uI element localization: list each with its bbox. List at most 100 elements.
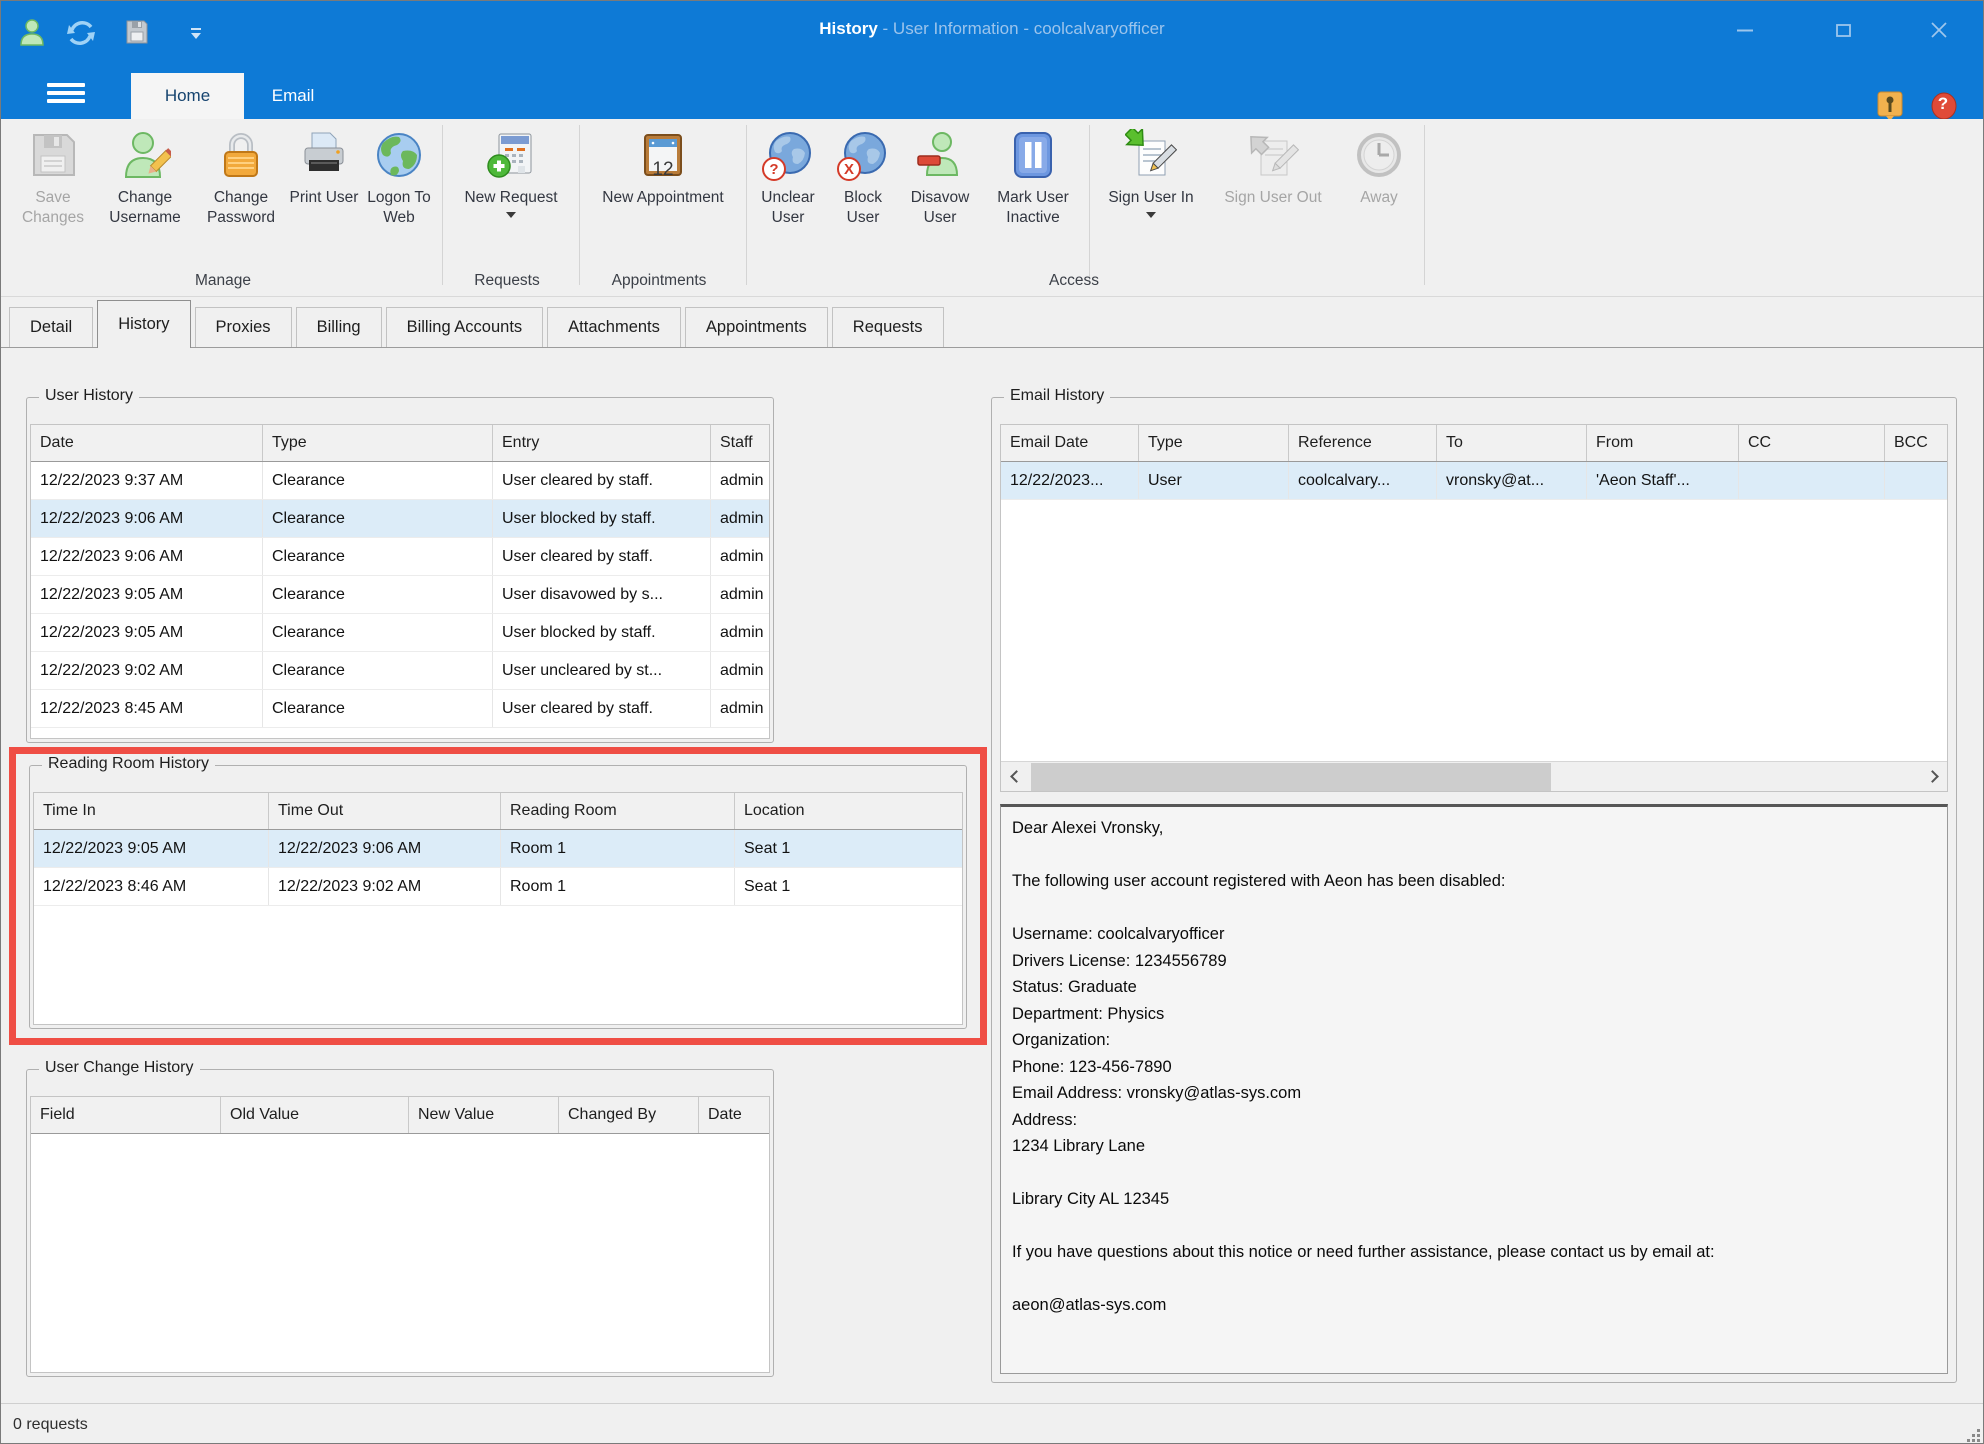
sign-user-in-button[interactable]: Sign User In	[1093, 119, 1209, 269]
ribbon-tab-email[interactable]: Email	[248, 73, 338, 119]
email-horizontal-scrollbar	[1001, 761, 1947, 791]
column-header[interactable]: Date	[699, 1097, 769, 1133]
table-row[interactable]: 12/22/2023 8:46 AM 12/22/2023 9:02 AM Ro…	[34, 868, 962, 906]
ribbon: Save Changes Change Username Change Pass…	[1, 119, 1983, 297]
sign-user-in-dropdown-icon[interactable]	[1146, 212, 1156, 218]
change-username-button[interactable]: Change Username	[97, 119, 193, 269]
email-body-preview: Dear Alexei Vronsky, The following user …	[1000, 804, 1948, 1374]
column-header[interactable]: Old Value	[221, 1097, 409, 1133]
column-header[interactable]: BCC	[1885, 425, 1947, 461]
cell-date: 12/22/2023 9:06 AM	[31, 538, 263, 575]
table-row[interactable]: 12/22/2023 9:37 AM Clearance User cleare…	[31, 462, 769, 500]
column-header[interactable]: CC	[1739, 425, 1885, 461]
unclear-user-badge: ?	[762, 157, 786, 181]
tab-attachments[interactable]: Attachments	[547, 307, 681, 347]
new-request-icon	[485, 129, 537, 181]
mark-user-inactive-button[interactable]: Mark User Inactive	[980, 119, 1086, 269]
cell-type: Clearance	[263, 538, 493, 575]
tab-billing-accounts-label: Billing Accounts	[407, 318, 523, 337]
table-row-selected[interactable]: 12/22/2023 9:05 AM 12/22/2023 9:06 AM Ro…	[34, 830, 962, 868]
cell-reading-room: Room 1	[501, 830, 735, 867]
column-header[interactable]: New Value	[409, 1097, 559, 1133]
cell-reference: coolcalvary...	[1289, 462, 1437, 499]
ribbon-separator	[1424, 125, 1425, 285]
block-user-label: Block User	[826, 188, 900, 228]
cell-staff: admin	[711, 690, 769, 727]
maximize-button[interactable]	[1797, 1, 1889, 59]
cell-email-date: 12/22/2023...	[1001, 462, 1139, 499]
help-icon-glyph: ?	[1929, 94, 1957, 114]
ribbon-menu-button[interactable]	[47, 83, 85, 107]
column-header[interactable]: Date	[31, 425, 263, 461]
tab-billing-accounts[interactable]: Billing Accounts	[386, 307, 544, 347]
pin-panel-icon[interactable]	[1875, 91, 1905, 121]
tab-history[interactable]: History	[97, 300, 190, 348]
table-row-selected[interactable]: 12/22/2023... User coolcalvary... vronsk…	[1001, 462, 1947, 500]
table-row[interactable]: 12/22/2023 9:02 AM Clearance User unclea…	[31, 652, 769, 690]
tab-requests[interactable]: Requests	[832, 307, 944, 347]
cell-to: vronsky@at...	[1437, 462, 1587, 499]
new-request-dropdown-icon[interactable]	[506, 212, 516, 218]
column-header[interactable]: Staff	[711, 425, 769, 461]
save-changes-label: Save Changes	[9, 188, 97, 228]
sign-user-in-label: Sign User In	[1108, 188, 1193, 208]
unclear-user-label: Unclear User	[750, 188, 826, 228]
cell-date: 12/22/2023 9:02 AM	[31, 652, 263, 689]
table-row[interactable]: 12/22/2023 9:05 AM Clearance User blocke…	[31, 614, 769, 652]
tab-appointments[interactable]: Appointments	[685, 307, 828, 347]
new-request-button[interactable]: New Request	[446, 119, 576, 269]
help-icon[interactable]: ?	[1929, 91, 1959, 121]
logon-to-web-icon	[373, 129, 425, 181]
unclear-user-button[interactable]: ? Unclear User	[750, 119, 826, 269]
column-header[interactable]: Time Out	[269, 793, 501, 829]
column-header[interactable]: Location	[735, 793, 962, 829]
cell-date: 12/22/2023 9:05 AM	[31, 576, 263, 613]
minimize-button[interactable]	[1699, 1, 1791, 59]
column-header[interactable]: To	[1437, 425, 1587, 461]
tab-proxies[interactable]: Proxies	[195, 307, 292, 347]
logon-to-web-button[interactable]: Logon To Web	[359, 119, 439, 269]
scrollbar-thumb[interactable]	[1031, 763, 1551, 791]
column-header[interactable]: From	[1587, 425, 1739, 461]
column-header[interactable]: Reading Room	[501, 793, 735, 829]
tab-billing[interactable]: Billing	[296, 307, 382, 347]
column-header[interactable]: Entry	[493, 425, 711, 461]
scroll-right-arrow[interactable]	[1917, 762, 1947, 792]
block-user-button[interactable]: x Block User	[826, 119, 900, 269]
close-button[interactable]	[1893, 1, 1984, 59]
cell-reading-room: Room 1	[501, 868, 735, 905]
column-header[interactable]: Changed By	[559, 1097, 699, 1133]
scroll-left-arrow[interactable]	[1001, 762, 1031, 792]
save-changes-button: Save Changes	[9, 119, 97, 269]
table-row[interactable]: 12/22/2023 8:45 AM Clearance User cleare…	[31, 690, 769, 728]
window-title-rest: - User Information - coolcalvaryofficer	[878, 19, 1165, 38]
column-header[interactable]: Type	[1139, 425, 1289, 461]
resize-grip[interactable]	[1966, 1428, 1980, 1442]
cell-staff: admin	[711, 614, 769, 651]
table-row[interactable]: 12/22/2023 9:06 AM Clearance User cleare…	[31, 538, 769, 576]
cell-date: 12/22/2023 9:06 AM	[31, 500, 263, 537]
cell-entry: User uncleared by st...	[493, 652, 711, 689]
cell-type: User	[1139, 462, 1289, 499]
column-header[interactable]: Type	[263, 425, 493, 461]
ribbon-tab-home[interactable]: Home	[131, 73, 244, 119]
table-row-selected[interactable]: 12/22/2023 9:06 AM Clearance User blocke…	[31, 500, 769, 538]
sign-user-out-icon	[1247, 129, 1299, 181]
cell-date: 12/22/2023 8:45 AM	[31, 690, 263, 727]
change-password-icon	[215, 129, 267, 181]
cell-staff: admin	[711, 576, 769, 613]
disavow-user-button[interactable]: Disavow User	[900, 119, 980, 269]
table-row[interactable]: 12/22/2023 9:05 AM Clearance User disavo…	[31, 576, 769, 614]
cell-entry: User cleared by staff.	[493, 462, 711, 499]
cell-entry: User disavowed by s...	[493, 576, 711, 613]
print-user-button[interactable]: Print User	[289, 119, 359, 269]
user-history-group: User History Date Type Entry Staff 12/22…	[26, 397, 774, 743]
column-header[interactable]: Reference	[1289, 425, 1437, 461]
tab-detail[interactable]: Detail	[9, 307, 93, 347]
change-password-button[interactable]: Change Password	[193, 119, 289, 269]
new-appointment-button[interactable]: 12 New Appointment	[583, 119, 743, 269]
column-header[interactable]: Time In	[34, 793, 269, 829]
column-header[interactable]: Email Date	[1001, 425, 1139, 461]
column-header[interactable]: Field	[31, 1097, 221, 1133]
cell-type: Clearance	[263, 690, 493, 727]
